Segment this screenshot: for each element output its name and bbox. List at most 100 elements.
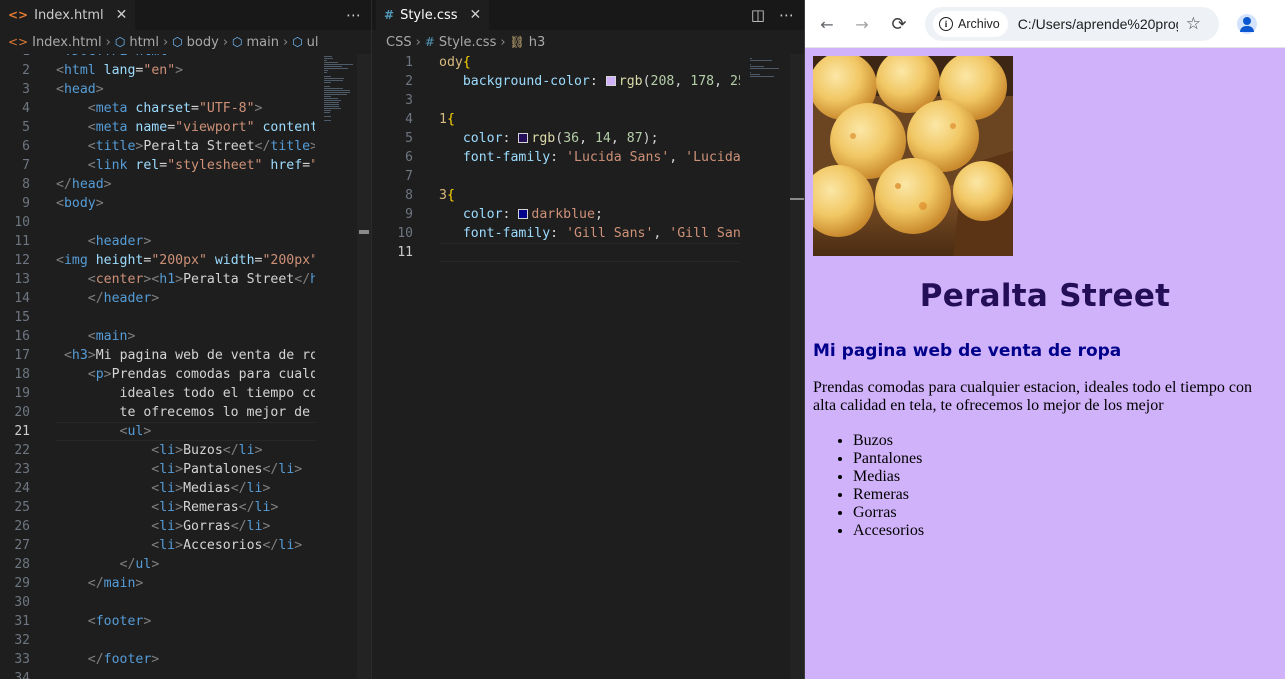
code-line[interactable]: 10 font-family: 'Gill Sans', 'Gill Sans … [372, 224, 740, 243]
forward-button[interactable]: → [850, 12, 874, 36]
editor2-tabbar: # Style.css ✕ ◫ ⋯ [372, 0, 804, 30]
code-line[interactable]: 1 <!DOCTYPE html> [0, 54, 315, 61]
breadcrumb-item[interactable]: CSS [386, 35, 412, 50]
code-text: <!DOCTYPE html> [56, 54, 175, 61]
code-line[interactable]: 12 <img height="200px" width="200px" src [0, 251, 315, 270]
list-item: Remeras [853, 486, 924, 504]
code-line[interactable]: 8 </head> [0, 175, 315, 194]
code-line[interactable]: 3 <head> [0, 80, 315, 99]
breadcrumb-item[interactable]: body [187, 35, 219, 50]
breadcrumb: <> Index.html › ⬡ html › ⬡ body › ⬡ main › ⬡ ul [0, 30, 371, 54]
vertical-scrollbar[interactable] [357, 54, 371, 679]
code-line[interactable]: 31 <footer> [0, 612, 315, 631]
reload-button[interactable]: ⟳ [887, 12, 911, 36]
url-text[interactable]: C:/Users/aprende%20programacion/Desktop/… [1018, 16, 1178, 32]
code-line[interactable]: 33 </footer> [0, 650, 315, 669]
breadcrumb: CSS › # Style.css › ⛓ h3 [372, 30, 804, 54]
line-number: 9 [405, 207, 413, 222]
minimap[interactable] [316, 54, 362, 679]
breadcrumb-item[interactable]: ul [307, 35, 319, 50]
line-number: 2 [405, 74, 413, 89]
code-text: <li>Accesorios</li> [151, 538, 303, 553]
code-line[interactable]: 6 <title>Peralta Street</title> [0, 137, 315, 156]
code-line[interactable]: 20 te ofrecemos lo mejor de los mejor [0, 403, 315, 422]
line-number: 15 [14, 310, 30, 325]
code-line[interactable]: 6 font-family: 'Lucida Sans', 'Lucida Sa… [372, 148, 740, 167]
breadcrumb-separator: › [282, 34, 289, 50]
breadcrumb-separator: › [105, 34, 111, 50]
line-number: 5 [22, 120, 30, 135]
code-line[interactable]: 22 <li>Buzos</li> [0, 441, 315, 460]
breadcrumb-item[interactable]: main [247, 35, 279, 50]
code-line[interactable]: 9 color: darkblue; [372, 205, 740, 224]
code-line[interactable]: 18 <p>Prendas comodas para cualquier est… [0, 365, 315, 384]
page-heading-h3: Mi pagina web de venta de ropa [813, 341, 1122, 361]
css-code-area[interactable]: 1 ody{2 background-color: rgb(208, 178, 2… [372, 54, 740, 679]
code-text: <center><h1>Peralta Street</h1> [87, 272, 315, 287]
code-line[interactable]: 19 ideales todo el tiempo con alta calid… [0, 384, 315, 403]
code-line[interactable]: 15 [0, 308, 315, 327]
code-line[interactable]: 25 <li>Remeras</li> [0, 498, 315, 517]
profile-avatar-icon[interactable] [1237, 14, 1257, 34]
code-line[interactable]: 34 [0, 669, 315, 679]
breadcrumb-item[interactable]: Index.html [32, 35, 102, 50]
code-line[interactable]: 7 <link rel="stylesheet" href="_Style.cs… [0, 156, 315, 175]
code-line[interactable]: 24 <li>Medias</li> [0, 479, 315, 498]
code-line[interactable]: 13 <center><h1>Peralta Street</h1> [0, 270, 315, 289]
code-line[interactable]: 32 [0, 631, 315, 650]
back-button[interactable]: ← [815, 12, 839, 36]
code-line[interactable]: 11 [372, 243, 740, 262]
code-line[interactable]: 4 1{ [372, 110, 740, 129]
code-line[interactable]: 11 <header> [0, 232, 315, 251]
code-line[interactable]: 17 <h3>Mi pagina web de venta de ropa [0, 346, 315, 365]
vertical-scrollbar[interactable] [790, 54, 804, 679]
code-line[interactable]: 28 </ul> [0, 555, 315, 574]
line-number: 12 [14, 253, 30, 268]
code-line[interactable]: 1 ody{ [372, 54, 740, 72]
bookmark-star-icon[interactable]: ☆ [1186, 14, 1201, 34]
code-line[interactable]: 10 [0, 213, 315, 232]
split-editor-icon[interactable]: ◫ [751, 6, 765, 24]
color-swatch[interactable] [518, 133, 529, 143]
color-swatch[interactable] [518, 209, 529, 219]
list-item: Pantalones [853, 450, 924, 468]
code-line[interactable]: 9 <body> [0, 194, 315, 213]
minimap[interactable] [742, 54, 790, 679]
code-line[interactable]: 26 <li>Gorras</li> [0, 517, 315, 536]
code-line[interactable]: 7 [372, 167, 740, 186]
site-info-chip[interactable]: i Archivo [933, 11, 1008, 37]
code-line[interactable]: 8 3{ [372, 186, 740, 205]
breadcrumb-item[interactable]: html [129, 35, 159, 50]
code-line[interactable]: 16 <main> [0, 327, 315, 346]
code-line[interactable]: 21 <ul> [0, 422, 315, 441]
tab-style-css[interactable]: # Style.css ✕ [376, 0, 490, 30]
breadcrumb-item[interactable]: Style.css [439, 35, 496, 50]
code-line[interactable]: 5 color: rgb(36, 14, 87); [372, 129, 740, 148]
code-line[interactable]: 23 <li>Pantalones</li> [0, 460, 315, 479]
code-text: <header> [87, 234, 152, 249]
color-swatch[interactable] [605, 76, 616, 86]
close-tab-icon[interactable]: ✕ [470, 7, 482, 23]
breadcrumb-item[interactable]: h3 [529, 35, 546, 50]
close-tab-icon[interactable]: ✕ [116, 7, 128, 23]
code-text: <li>Remeras</li> [151, 500, 279, 515]
more-actions-icon[interactable]: ⋯ [346, 6, 361, 24]
code-text: <li>Medias</li> [151, 481, 271, 496]
html-file-icon: <> [8, 35, 29, 49]
address-bar[interactable]: i Archivo C:/Users/aprende%20programacio… [925, 7, 1219, 41]
more-actions-icon[interactable]: ⋯ [779, 6, 794, 24]
list-item: Buzos [853, 432, 924, 450]
code-line[interactable]: 27 <li>Accesorios</li> [0, 536, 315, 555]
code-text: <ul> [119, 424, 152, 439]
code-line[interactable]: 4 <meta charset="UTF-8"> [0, 99, 315, 118]
code-line[interactable]: 2 background-color: rgb(208, 178, 250); [372, 72, 740, 91]
code-line[interactable]: 29 </main> [0, 574, 315, 593]
html-code-area[interactable]: 1 <!DOCTYPE html> 2 <html lang="en"> 3 <head>… [0, 54, 315, 679]
code-text: </footer> [87, 652, 160, 667]
code-line[interactable]: 3 [372, 91, 740, 110]
code-line[interactable]: 30 [0, 593, 315, 612]
code-line[interactable]: 5 <meta name="viewport" content="width=d… [0, 118, 315, 137]
code-line[interactable]: 2 <html lang="en"> [0, 61, 315, 80]
code-line[interactable]: 14 </header> [0, 289, 315, 308]
tab-index-html[interactable]: <> Index.html ✕ [0, 0, 136, 30]
